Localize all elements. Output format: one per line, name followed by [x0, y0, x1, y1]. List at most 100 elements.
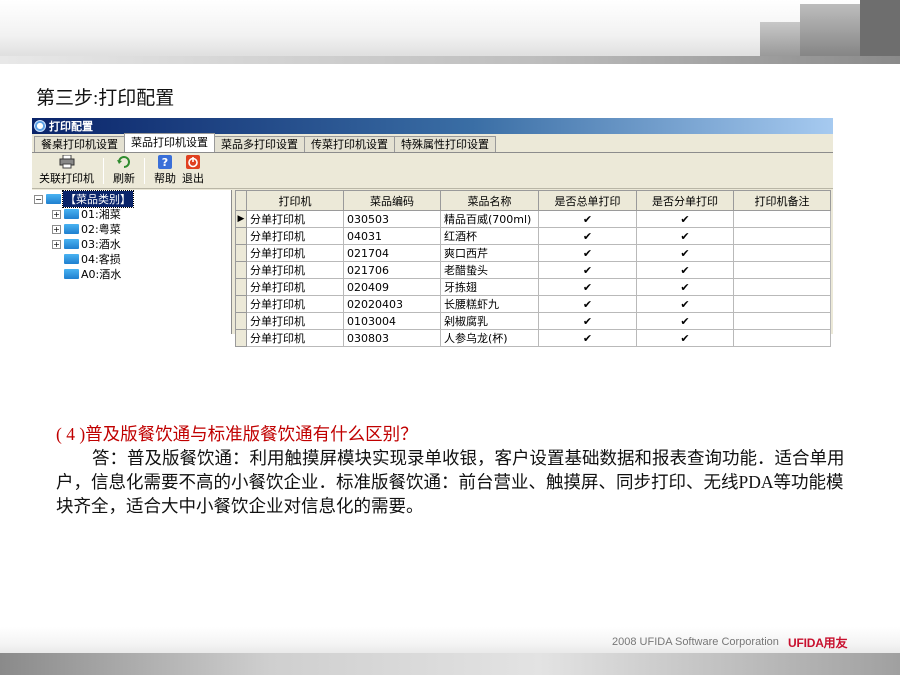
exit-label: 退出 — [182, 172, 204, 185]
name-cell[interactable]: 牙拣翅 — [440, 278, 539, 296]
row-indicator — [235, 278, 247, 296]
tab-serving-printer[interactable]: 传菜打印机设置 — [304, 136, 395, 152]
column-header[interactable]: 菜品编码 — [343, 190, 441, 211]
svg-text:?: ? — [162, 156, 168, 169]
row-indicator — [235, 227, 247, 245]
tree-root[interactable]: − 【菜品类别】 — [34, 190, 134, 208]
code-cell[interactable]: 0103004 — [343, 312, 441, 330]
printer-cell[interactable]: 分单打印机 — [246, 312, 344, 330]
banner-strip — [0, 56, 900, 64]
refresh-button[interactable]: 刷新 — [110, 155, 138, 187]
expand-icon[interactable]: + — [52, 224, 61, 234]
expand-icon[interactable]: + — [52, 209, 61, 219]
tab-dish-multi-print[interactable]: 菜品多打印设置 — [214, 136, 305, 152]
printer-cell[interactable]: 分单打印机 — [246, 329, 344, 347]
note-cell[interactable] — [733, 312, 831, 330]
note-cell[interactable] — [733, 295, 831, 313]
tab-table-printer[interactable]: 餐桌打印机设置 — [34, 136, 125, 152]
folder-icon — [64, 254, 79, 264]
total-print-checkbox[interactable]: ✔ — [538, 210, 637, 228]
name-cell[interactable]: 爽口西芹 — [440, 244, 539, 262]
split-print-checkbox[interactable]: ✔ — [636, 329, 734, 347]
total-print-checkbox[interactable]: ✔ — [538, 278, 637, 296]
printer-cell[interactable]: 分单打印机 — [246, 278, 344, 296]
split-print-checkbox[interactable]: ✔ — [636, 278, 734, 296]
split-print-checkbox[interactable]: ✔ — [636, 210, 734, 228]
printer-cell[interactable]: 分单打印机 — [246, 261, 344, 279]
table-row[interactable]: ▶ 分单打印机 030503 精品百威(700ml) ✔ ✔ — [235, 210, 831, 228]
link-printer-label: 关联打印机 — [39, 172, 94, 185]
tree-item[interactable]: + 03:酒水 — [52, 237, 121, 251]
link-printer-button[interactable]: 关联打印机 — [36, 155, 97, 187]
tree-item[interactable]: A0:酒水 — [64, 267, 121, 281]
exit-button[interactable]: 退出 — [179, 155, 207, 187]
table-row[interactable]: 分单打印机 030803 人参乌龙(杯) ✔ ✔ — [235, 329, 831, 347]
table-body: ▶ 分单打印机 030503 精品百威(700ml) ✔ ✔ 分单打印机 040… — [235, 210, 831, 347]
name-cell[interactable]: 长腰糕虾九 — [440, 295, 539, 313]
app-icon: ● — [34, 120, 46, 132]
split-print-checkbox[interactable]: ✔ — [636, 261, 734, 279]
row-indicator — [235, 244, 247, 262]
copyright-text: 2008 UFIDA Software Corporation — [612, 636, 779, 648]
building-graphic — [860, 0, 900, 64]
total-print-checkbox[interactable]: ✔ — [538, 329, 637, 347]
note-cell[interactable] — [733, 210, 831, 228]
split-print-checkbox[interactable]: ✔ — [636, 244, 734, 262]
tree-item[interactable]: 04:客损 — [64, 252, 121, 266]
tab-special-attr-print[interactable]: 特殊属性打印设置 — [394, 136, 496, 152]
column-header[interactable]: 打印机备注 — [733, 190, 831, 211]
code-cell[interactable]: 02020403 — [343, 295, 441, 313]
row-indicator-header — [235, 190, 247, 211]
printer-cell[interactable]: 分单打印机 — [246, 227, 344, 245]
toolbar-divider — [144, 157, 145, 184]
table-row[interactable]: 分单打印机 020409 牙拣翅 ✔ ✔ — [235, 278, 831, 296]
column-header[interactable]: 菜品名称 — [440, 190, 539, 211]
window-titlebar[interactable]: ● 打印配置 — [32, 118, 833, 134]
note-cell[interactable] — [733, 261, 831, 279]
tree-item[interactable]: + 02:粤菜 — [52, 222, 121, 236]
table-row[interactable]: 分单打印机 0103004 剁椒腐乳 ✔ ✔ — [235, 312, 831, 330]
code-cell[interactable]: 021706 — [343, 261, 441, 279]
column-header[interactable]: 是否总单打印 — [538, 190, 637, 211]
table-row[interactable]: 分单打印机 02020403 长腰糕虾九 ✔ ✔ — [235, 295, 831, 313]
current-row-indicator-icon: ▶ — [235, 210, 247, 228]
collapse-icon[interactable]: − — [34, 194, 43, 204]
split-print-checkbox[interactable]: ✔ — [636, 312, 734, 330]
table-row[interactable]: 分单打印机 021704 爽口西芹 ✔ ✔ — [235, 244, 831, 262]
expand-icon[interactable]: + — [52, 239, 61, 249]
printer-cell[interactable]: 分单打印机 — [246, 244, 344, 262]
note-cell[interactable] — [733, 329, 831, 347]
printer-cell[interactable]: 分单打印机 — [246, 210, 344, 228]
name-cell[interactable]: 精品百威(700ml) — [440, 210, 539, 228]
tree-item[interactable]: + 01:湘菜 — [52, 207, 121, 221]
code-cell[interactable]: 030803 — [343, 329, 441, 347]
note-cell[interactable] — [733, 278, 831, 296]
split-print-checkbox[interactable]: ✔ — [636, 295, 734, 313]
total-print-checkbox[interactable]: ✔ — [538, 227, 637, 245]
split-print-checkbox[interactable]: ✔ — [636, 227, 734, 245]
printer-cell[interactable]: 分单打印机 — [246, 295, 344, 313]
column-header[interactable]: 打印机 — [246, 190, 344, 211]
printer-icon — [59, 155, 75, 169]
total-print-checkbox[interactable]: ✔ — [538, 295, 637, 313]
total-print-checkbox[interactable]: ✔ — [538, 244, 637, 262]
name-cell[interactable]: 剁椒腐乳 — [440, 312, 539, 330]
row-indicator — [235, 329, 247, 347]
column-header[interactable]: 是否分单打印 — [636, 190, 734, 211]
name-cell[interactable]: 人参乌龙(杯) — [440, 329, 539, 347]
table-row[interactable]: 分单打印机 04031 红酒杯 ✔ ✔ — [235, 227, 831, 245]
total-print-checkbox[interactable]: ✔ — [538, 261, 637, 279]
tree-item-label: A0:酒水 — [81, 268, 122, 281]
name-cell[interactable]: 老醋蛰头 — [440, 261, 539, 279]
note-cell[interactable] — [733, 244, 831, 262]
tab-dish-printer[interactable]: 菜品打印机设置 — [124, 133, 215, 152]
total-print-checkbox[interactable]: ✔ — [538, 312, 637, 330]
name-cell[interactable]: 红酒杯 — [440, 227, 539, 245]
table-row[interactable]: 分单打印机 021706 老醋蛰头 ✔ ✔ — [235, 261, 831, 279]
code-cell[interactable]: 04031 — [343, 227, 441, 245]
note-cell[interactable] — [733, 227, 831, 245]
code-cell[interactable]: 020409 — [343, 278, 441, 296]
code-cell[interactable]: 021704 — [343, 244, 441, 262]
help-button[interactable]: ? 帮助 — [151, 155, 179, 187]
code-cell[interactable]: 030503 — [343, 210, 441, 228]
